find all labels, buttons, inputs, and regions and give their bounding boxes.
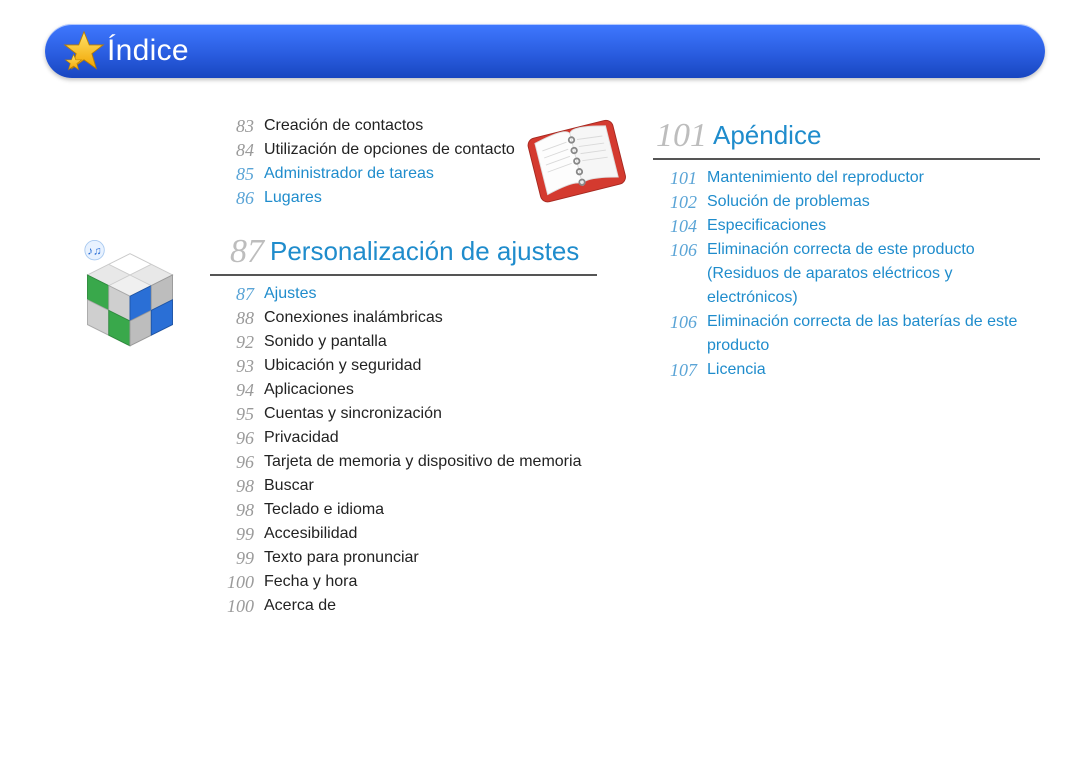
toc-entry[interactable]: 96Privacidad bbox=[210, 426, 597, 450]
toc-page-number: 106 bbox=[653, 238, 707, 262]
toc-entry[interactable]: 99Accesibilidad bbox=[210, 522, 597, 546]
chapter-title: Personalización de ajustes bbox=[270, 234, 597, 266]
toc-entry-text: Conexiones inalámbricas bbox=[264, 306, 597, 330]
toc-page-number: 84 bbox=[210, 138, 264, 162]
toc-entry[interactable]: 93Ubicación y seguridad bbox=[210, 354, 597, 378]
toc-entry[interactable]: 106Eliminación correcta de las baterías … bbox=[653, 310, 1040, 358]
toc-entry-text: Accesibilidad bbox=[264, 522, 597, 546]
toc-entry-text: Cuentas y sincronización bbox=[264, 402, 597, 426]
toc-page-number: 83 bbox=[210, 114, 264, 138]
chapter-page-number: 101 bbox=[653, 118, 713, 154]
toc-page-number: 96 bbox=[210, 426, 264, 450]
chapter-title: Apéndice bbox=[713, 118, 1040, 150]
toc-entry[interactable]: 99Texto para pronunciar bbox=[210, 546, 597, 570]
toc-page-number: 88 bbox=[210, 306, 264, 330]
toc-entry-text: Fecha y hora bbox=[264, 570, 597, 594]
content: 83Creación de contactos84Utilización de … bbox=[210, 114, 1040, 732]
toc-entry-text: Ubicación y seguridad bbox=[264, 354, 597, 378]
page-title: Índice bbox=[107, 34, 189, 68]
left-entries: 87Ajustes88Conexiones inalámbricas92Soni… bbox=[210, 282, 597, 618]
toc-entry-text: Aplicaciones bbox=[264, 378, 597, 402]
toc-page-number: 104 bbox=[653, 214, 707, 238]
toc-entry[interactable]: 87Ajustes bbox=[210, 282, 597, 306]
toc-entry[interactable]: 94Aplicaciones bbox=[210, 378, 597, 402]
toc-page-number: 93 bbox=[210, 354, 264, 378]
toc-entry-text: Especificaciones bbox=[707, 214, 1040, 238]
planner-icon bbox=[513, 112, 641, 212]
toc-page-number: 92 bbox=[210, 330, 264, 354]
svg-text:♪♫: ♪♫ bbox=[87, 246, 101, 258]
toc-page-number: 102 bbox=[653, 190, 707, 214]
toc-entry-text: Buscar bbox=[264, 474, 597, 498]
toc-entry[interactable]: 96Tarjeta de memoria y dispositivo de me… bbox=[210, 450, 597, 474]
right-column: 101 Apéndice 101Mantenimiento del reprod… bbox=[653, 114, 1040, 732]
toc-entry-text: Teclado e idioma bbox=[264, 498, 597, 522]
toc-page-number: 99 bbox=[210, 546, 264, 570]
toc-entry[interactable]: 98Buscar bbox=[210, 474, 597, 498]
chapter-rule bbox=[210, 274, 597, 276]
star-icon bbox=[63, 30, 105, 72]
toc-entry[interactable]: 101Mantenimiento del reproductor bbox=[653, 166, 1040, 190]
toc-entry-text: Eliminación correcta de las baterías de … bbox=[707, 310, 1040, 358]
toc-page-number: 94 bbox=[210, 378, 264, 402]
toc-entry[interactable]: 88Conexiones inalámbricas bbox=[210, 306, 597, 330]
toc-entry-text: Licencia bbox=[707, 358, 1040, 382]
toc-page-number: 86 bbox=[210, 186, 264, 210]
toc-entry[interactable]: 107Licencia bbox=[653, 358, 1040, 382]
toc-page-number: 99 bbox=[210, 522, 264, 546]
toc-page-number: 100 bbox=[210, 594, 264, 618]
toc-entry-text: Acerca de bbox=[264, 594, 597, 618]
toc-entry[interactable]: 98Teclado e idioma bbox=[210, 498, 597, 522]
toc-page-number: 87 bbox=[210, 282, 264, 306]
toc-entry[interactable]: 104Especificaciones bbox=[653, 214, 1040, 238]
page: Índice bbox=[0, 0, 1080, 762]
chapter-page-number: 87 bbox=[210, 234, 270, 270]
toc-entry-text: Mantenimiento del reproductor bbox=[707, 166, 1040, 190]
toc-entry-text: Ajustes bbox=[264, 282, 597, 306]
toc-page-number: 85 bbox=[210, 162, 264, 186]
toc-entry[interactable]: 95Cuentas y sincronización bbox=[210, 402, 597, 426]
chapter-rule bbox=[653, 158, 1040, 160]
toc-page-number: 98 bbox=[210, 498, 264, 522]
toc-page-number: 96 bbox=[210, 450, 264, 474]
toc-entry[interactable]: 100Fecha y hora bbox=[210, 570, 597, 594]
toc-entry[interactable]: 102Solución de problemas bbox=[653, 190, 1040, 214]
toc-page-number: 107 bbox=[653, 358, 707, 382]
toc-page-number: 106 bbox=[653, 310, 707, 334]
toc-entry-text: Solución de problemas bbox=[707, 190, 1040, 214]
toc-entry-text: Privacidad bbox=[264, 426, 597, 450]
right-entries: 101Mantenimiento del reproductor102Soluc… bbox=[653, 166, 1040, 382]
cube-icon: ♪♫ bbox=[68, 236, 192, 360]
header-bar: Índice bbox=[45, 24, 1045, 78]
toc-entry-text: Tarjeta de memoria y dispositivo de memo… bbox=[264, 450, 597, 474]
toc-entry[interactable]: 100Acerca de bbox=[210, 594, 597, 618]
chapter-heading-left[interactable]: 87 Personalización de ajustes bbox=[210, 234, 597, 270]
toc-entry-text: Texto para pronunciar bbox=[264, 546, 597, 570]
toc-page-number: 100 bbox=[210, 570, 264, 594]
toc-entry[interactable]: 92Sonido y pantalla bbox=[210, 330, 597, 354]
toc-page-number: 98 bbox=[210, 474, 264, 498]
chapter-heading-right[interactable]: 101 Apéndice bbox=[653, 118, 1040, 154]
toc-entry-text: Sonido y pantalla bbox=[264, 330, 597, 354]
toc-page-number: 101 bbox=[653, 166, 707, 190]
toc-entry[interactable]: 106Eliminación correcta de este producto… bbox=[653, 238, 1040, 310]
toc-page-number: 95 bbox=[210, 402, 264, 426]
toc-entry-text: Eliminación correcta de este producto (R… bbox=[707, 238, 1040, 310]
